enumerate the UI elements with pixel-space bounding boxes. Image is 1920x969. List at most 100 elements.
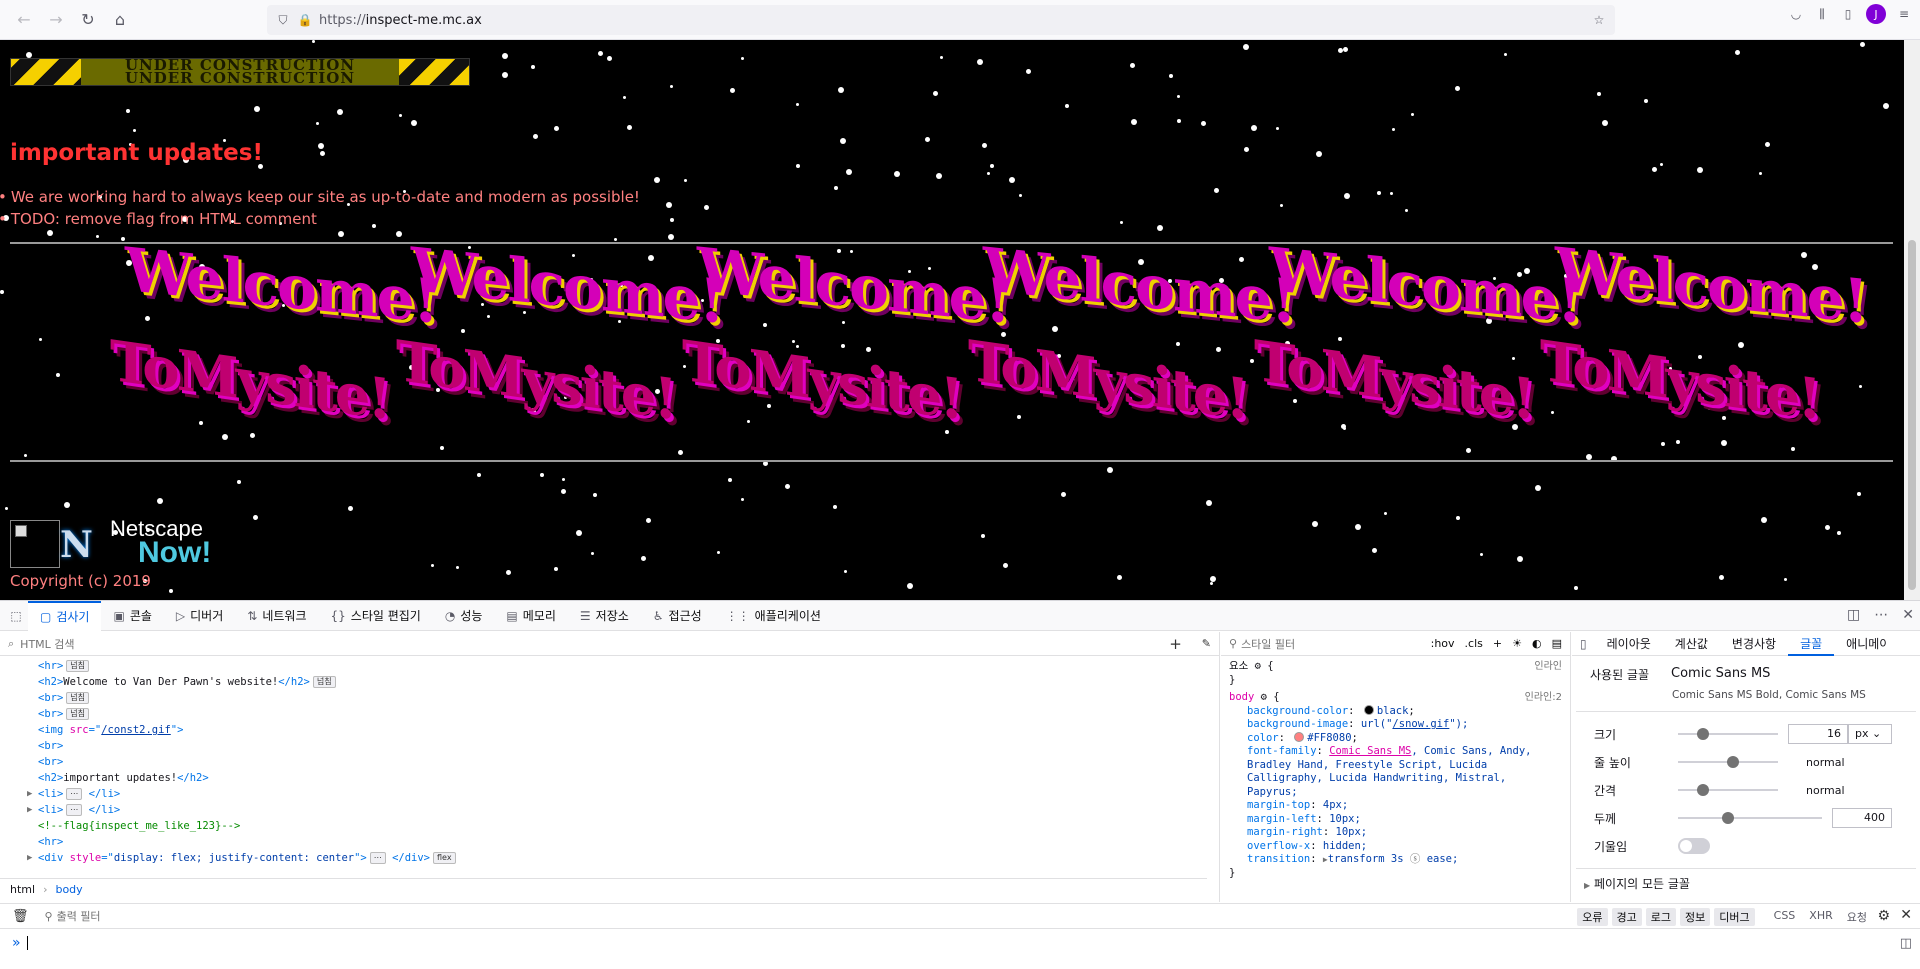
tree-node[interactable]: ▶ <li> ⋯ </li>: [0, 786, 1219, 802]
tree-node[interactable]: <br>: [0, 754, 1219, 770]
tab-network[interactable]: ⇅ 네트워크: [235, 601, 318, 631]
gear-icon[interactable]: ⚙: [1255, 660, 1261, 672]
dock-icon[interactable]: ◫: [1847, 607, 1860, 623]
filter-errors[interactable]: 오류: [1577, 908, 1608, 926]
filter-warnings[interactable]: 경고: [1611, 908, 1642, 926]
css-declaration[interactable]: margin-left: 10px;: [1229, 813, 1562, 827]
bookmark-star-icon[interactable]: ☆: [1591, 12, 1607, 28]
filter-debug[interactable]: 디버그: [1714, 908, 1755, 926]
home-icon[interactable]: ⌂: [104, 4, 136, 36]
tab-computed[interactable]: 계산값: [1663, 632, 1720, 656]
collapsed-content-badge[interactable]: ⋯: [66, 804, 83, 816]
more-options-icon[interactable]: ⋯: [1874, 607, 1888, 623]
collapsed-content-badge[interactable]: ⋯: [66, 788, 83, 800]
netscape-now-badge[interactable]: N Netscape Now!: [60, 516, 220, 569]
cls-toggle[interactable]: .cls: [1465, 637, 1483, 650]
html-search-bar[interactable]: ⌕ HTML 검색 + ✎: [0, 632, 1219, 656]
tab-performance[interactable]: ◔ 성능: [433, 601, 495, 631]
trash-icon[interactable]: 🗑: [12, 909, 29, 924]
tab-memory[interactable]: ▤ 메모리: [494, 601, 567, 631]
url-bar[interactable]: ⛉ 🔒 https://inspect-me.mc.ax ☆: [267, 5, 1615, 35]
tree-node[interactable]: <hr> 넘침: [0, 658, 1219, 674]
all-fonts-section[interactable]: ▶ 페이지의 모든 글꼴: [1576, 868, 1916, 898]
color-swatch[interactable]: [1294, 731, 1305, 742]
collapsed-content-badge[interactable]: ⋯: [369, 852, 386, 864]
expand-twisty-icon[interactable]: ▶: [27, 786, 32, 802]
tab-style-editor[interactable]: {} 스타일 편집기: [319, 601, 433, 631]
style-filter-input[interactable]: 스타일 필터: [1241, 636, 1295, 652]
css-declaration[interactable]: background-color: black;: [1229, 704, 1562, 719]
tab-application[interactable]: ⋮⋮ 애플리케이션: [714, 601, 833, 631]
account-avatar[interactable]: J: [1866, 4, 1886, 24]
overflow-badge[interactable]: 넘침: [66, 708, 90, 720]
expand-twisty-icon[interactable]: ▶: [27, 802, 32, 818]
line-height-slider[interactable]: [1678, 756, 1778, 768]
hov-toggle[interactable]: :hov: [1431, 637, 1455, 650]
tree-node[interactable]: <h2>important updates!</h2>: [0, 770, 1219, 786]
spacing-slider[interactable]: [1678, 784, 1778, 796]
console-input[interactable]: » ◫: [0, 931, 1920, 955]
tab-console[interactable]: ▣ 콘솔: [101, 601, 163, 631]
tree-node[interactable]: ▶ <li> ⋯ </li>: [0, 802, 1219, 818]
add-rule-icon[interactable]: +: [1493, 637, 1502, 650]
reload-icon[interactable]: ↻: [72, 4, 104, 36]
tree-node[interactable]: <br> 넘침: [0, 706, 1219, 722]
tab-inspector[interactable]: ▢ 검사기: [28, 600, 102, 631]
tree-node[interactable]: ▶ <div style="display: flex; justify-cont…: [0, 850, 1219, 866]
menu-icon[interactable]: ≡: [1896, 6, 1912, 22]
css-declaration[interactable]: background-image: url("/snow.gif");: [1229, 718, 1562, 732]
html-search-input[interactable]: HTML 검색: [20, 636, 74, 652]
weight-input[interactable]: 400: [1832, 808, 1892, 828]
tree-node[interactable]: <!--flag{inspect_me_like_123}-->: [0, 818, 1219, 834]
css-value-link[interactable]: /snow.gif: [1392, 718, 1449, 730]
rule-source[interactable]: 인라인:2: [1525, 691, 1562, 705]
font-size-slider[interactable]: [1678, 728, 1778, 740]
tab-changes[interactable]: 변경사항: [1720, 632, 1788, 656]
filter-css[interactable]: CSS: [1769, 908, 1801, 926]
eyedropper-icon[interactable]: ✎: [1202, 637, 1211, 650]
tab-debugger[interactable]: ▷ 디버거: [164, 601, 235, 631]
italic-toggle[interactable]: [1678, 838, 1710, 854]
tree-node[interactable]: <br>: [0, 738, 1219, 754]
tab-animations[interactable]: 애니메이션: [1834, 632, 1886, 656]
settings-icon[interactable]: ⚙: [1877, 908, 1890, 924]
font-size-input[interactable]: 16: [1788, 724, 1848, 744]
tree-node[interactable]: <hr>: [0, 834, 1219, 850]
attr-value-link[interactable]: /const2.gif: [101, 724, 171, 736]
tree-node[interactable]: <img src="/const2.gif">: [0, 722, 1219, 738]
sidebar-icon[interactable]: ▯: [1840, 6, 1856, 22]
console-filter-input[interactable]: 출력 필터: [57, 908, 101, 924]
unit-select[interactable]: px ⌄: [1848, 724, 1892, 744]
expand-twisty-icon[interactable]: ▶: [27, 850, 32, 866]
library-icon[interactable]: ⫼: [1814, 6, 1830, 22]
scrollbar-thumb[interactable]: [1908, 240, 1916, 590]
url-text[interactable]: https://inspect-me.mc.ax: [319, 13, 482, 28]
css-declaration[interactable]: overflow-x: hidden;: [1229, 840, 1562, 854]
lock-icon[interactable]: 🔒: [297, 12, 313, 28]
tab-storage[interactable]: ☰ 저장소: [568, 601, 641, 631]
pick-element-icon[interactable]: ⬚: [8, 608, 24, 624]
print-media-icon[interactable]: ▤: [1552, 637, 1562, 650]
overflow-badge[interactable]: 넘침: [66, 660, 90, 672]
forward-icon[interactable]: →: [40, 4, 72, 36]
filter-logs[interactable]: 로그: [1645, 908, 1677, 926]
easing-icon[interactable]: ⓢ: [1410, 853, 1421, 865]
overflow-badge[interactable]: 넘침: [312, 676, 336, 688]
css-declaration[interactable]: color: #FF8080;: [1229, 731, 1562, 746]
color-swatch[interactable]: [1363, 704, 1374, 715]
tab-accessibility[interactable]: ♿ 접근성: [641, 601, 714, 631]
breadcrumb-item-selected[interactable]: body: [55, 883, 82, 896]
css-declaration[interactable]: margin-right: 10px;: [1229, 826, 1562, 840]
page-scrollbar[interactable]: [1904, 40, 1920, 600]
filter-requests[interactable]: 요청: [1842, 908, 1872, 926]
css-declaration[interactable]: transition: ▶transform 3s ⓢ ease;: [1229, 853, 1562, 867]
filter-info[interactable]: 정보: [1680, 908, 1711, 926]
back-icon[interactable]: ←: [8, 4, 40, 36]
tree-node[interactable]: <br> 넘침: [0, 690, 1219, 706]
dark-scheme-icon[interactable]: ◐: [1532, 637, 1542, 650]
toggle-sidebar-icon[interactable]: ▯: [1572, 637, 1595, 651]
flex-badge[interactable]: flex: [433, 852, 456, 864]
tab-layout[interactable]: 레이아웃: [1595, 632, 1663, 656]
editor-mode-icon[interactable]: ◫: [1900, 936, 1912, 951]
close-icon[interactable]: ✕: [1902, 607, 1914, 623]
